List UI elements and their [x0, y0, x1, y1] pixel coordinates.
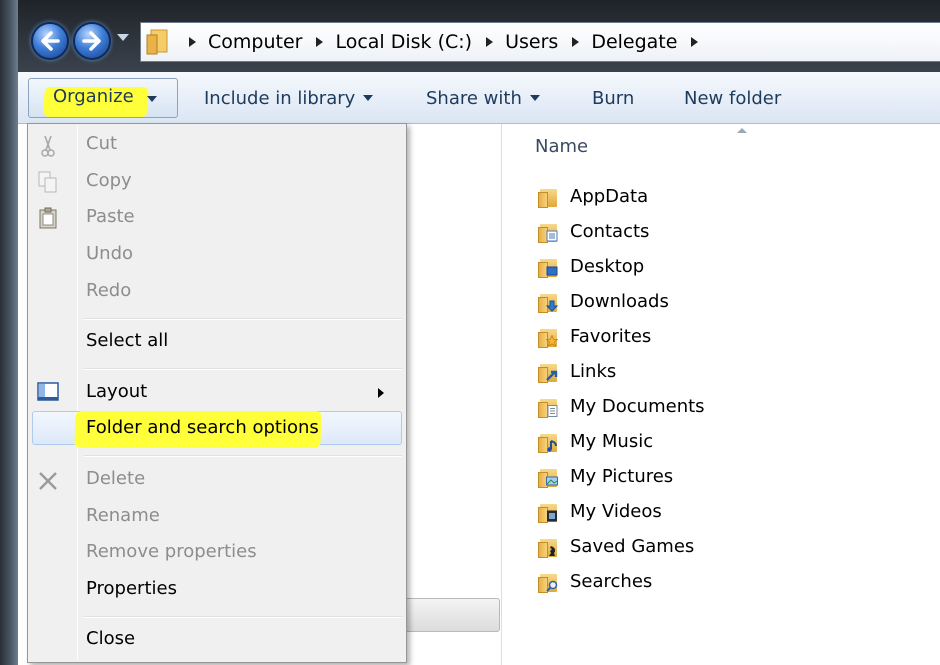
searches-folder-icon — [538, 571, 560, 593]
burn-label: Burn — [592, 87, 635, 109]
menu-item-properties[interactable]: Properties — [86, 578, 177, 599]
column-header-name[interactable]: Name — [535, 136, 588, 157]
menu-item-layout[interactable]: Layout — [86, 381, 147, 402]
back-arrow-icon — [41, 31, 60, 51]
folder-icon — [538, 186, 560, 208]
sort-ascending-icon — [737, 128, 747, 133]
new-folder-label: New folder — [684, 87, 782, 109]
music-folder-icon — [538, 431, 560, 453]
menu-separator — [84, 616, 402, 618]
file-name: Saved Games — [570, 536, 695, 557]
chevron-down-icon — [363, 95, 374, 101]
menu-item-redo[interactable]: Redo — [86, 280, 131, 301]
menu-separator — [84, 368, 402, 370]
menu-item-rename[interactable]: Rename — [86, 505, 160, 526]
chevron-down-icon — [529, 95, 540, 101]
breadcrumb: Computer Local Disk (C:) Users Delegate — [175, 31, 710, 53]
command-bar: Organize Include in library Share with B… — [18, 72, 940, 124]
delete-icon — [36, 469, 60, 493]
forward-arrow-icon — [82, 31, 101, 51]
share-with-button[interactable]: Share with — [426, 72, 540, 124]
list-item[interactable]: My Pictures — [538, 459, 705, 494]
list-item[interactable]: My Videos — [538, 494, 705, 529]
menu-item-undo[interactable]: Undo — [86, 243, 133, 264]
breadcrumb-separator-icon[interactable] — [572, 37, 580, 47]
horizontal-scrollbar[interactable] — [400, 598, 500, 632]
desktop-folder-icon — [538, 256, 560, 278]
menu-item-delete[interactable]: Delete — [86, 468, 145, 489]
back-button[interactable] — [31, 22, 69, 60]
breadcrumb-separator-icon[interactable] — [691, 37, 699, 47]
videos-folder-icon — [538, 501, 560, 523]
menu-item-copy[interactable]: Copy — [86, 170, 132, 191]
list-item[interactable]: AppData — [538, 179, 705, 214]
chevron-down-icon — [147, 96, 157, 102]
breadcrumb-local-disk[interactable]: Local Disk (C:) — [335, 31, 472, 53]
address-bar[interactable]: Computer Local Disk (C:) Users Delegate — [140, 22, 940, 62]
menu-item-remove-properties[interactable]: Remove properties — [86, 541, 257, 562]
file-name: My Pictures — [570, 466, 674, 487]
file-name: My Documents — [570, 396, 705, 417]
list-item[interactable]: Links — [538, 354, 705, 389]
breadcrumb-separator-icon[interactable] — [189, 37, 196, 47]
submenu-arrow-icon — [378, 388, 384, 398]
documents-folder-icon — [538, 396, 560, 418]
menu-separator — [84, 318, 402, 320]
menu-item-cut[interactable]: Cut — [86, 133, 117, 154]
list-item[interactable]: My Music — [538, 424, 705, 459]
list-item[interactable]: Contacts — [538, 214, 705, 249]
list-item[interactable]: Downloads — [538, 284, 705, 319]
file-name: Favorites — [570, 326, 652, 347]
file-name: AppData — [570, 186, 649, 207]
list-item[interactable]: Searches — [538, 564, 705, 599]
file-name: Desktop — [570, 256, 645, 277]
recent-pages-dropdown[interactable] — [117, 34, 129, 41]
list-item[interactable]: Saved Games — [538, 529, 705, 564]
file-name: My Music — [570, 431, 654, 452]
cut-icon — [36, 134, 60, 158]
file-list: AppData Contacts Desktop Downloads Favor… — [538, 179, 705, 599]
layout-icon — [36, 380, 60, 404]
menu-item-close[interactable]: Close — [86, 628, 135, 649]
favorites-folder-icon — [538, 326, 560, 348]
file-name: Links — [570, 361, 617, 382]
file-name: Searches — [570, 571, 653, 592]
menu-item-select-all[interactable]: Select all — [86, 330, 168, 351]
folder-icon — [145, 28, 175, 56]
list-item[interactable]: Favorites — [538, 319, 705, 354]
list-item[interactable]: Desktop — [538, 249, 705, 284]
contacts-folder-icon — [538, 221, 560, 243]
list-item[interactable]: My Documents — [538, 389, 705, 424]
menu-gutter-divider — [77, 126, 78, 660]
paste-icon — [36, 206, 60, 230]
saved-games-folder-icon — [538, 536, 560, 558]
window-frame-left — [0, 0, 18, 665]
menu-item-folder-and-search-options[interactable]: Folder and search options — [86, 417, 319, 438]
organize-menu: Cut Copy Paste Undo Redo Select all Layo… — [27, 123, 407, 663]
menu-separator — [84, 455, 402, 457]
new-folder-button[interactable]: New folder — [684, 72, 781, 124]
organize-button[interactable]: Organize — [28, 78, 178, 118]
copy-icon — [36, 170, 60, 194]
burn-button[interactable]: Burn — [592, 72, 634, 124]
breadcrumb-computer[interactable]: Computer — [208, 31, 302, 53]
breadcrumb-separator-icon[interactable] — [486, 37, 494, 47]
include-in-library-label: Include in library — [204, 87, 356, 109]
downloads-folder-icon — [538, 291, 560, 313]
breadcrumb-users[interactable]: Users — [505, 31, 558, 53]
menu-item-paste[interactable]: Paste — [86, 206, 135, 227]
file-name: My Videos — [570, 501, 662, 522]
links-folder-icon — [538, 361, 560, 383]
forward-button[interactable] — [73, 22, 111, 60]
include-in-library-button[interactable]: Include in library — [204, 72, 374, 124]
breadcrumb-delegate[interactable]: Delegate — [591, 31, 677, 53]
file-name: Downloads — [570, 291, 669, 312]
share-with-label: Share with — [426, 87, 522, 109]
pictures-folder-icon — [538, 466, 560, 488]
organize-label: Organize — [53, 86, 134, 107]
file-name: Contacts — [570, 221, 650, 242]
breadcrumb-separator-icon[interactable] — [316, 37, 324, 47]
